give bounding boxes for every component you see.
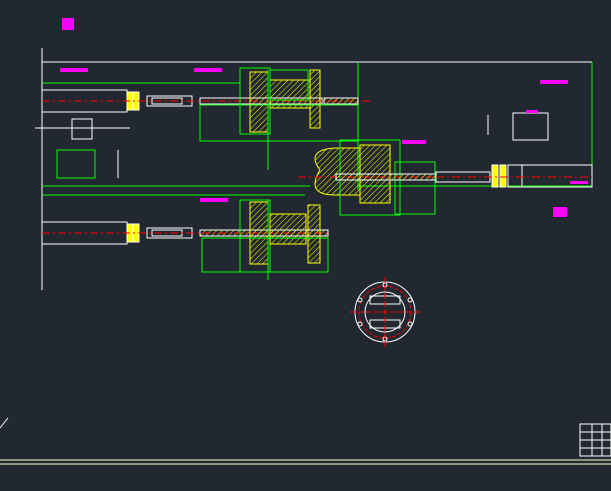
drive-shaft-right[interactable] — [435, 112, 593, 188]
title-block — [579, 423, 611, 457]
bolt-circle-flange[interactable] — [350, 277, 420, 347]
cad-drawing-canvas[interactable] — [0, 0, 611, 491]
drive-shaft-upper[interactable] — [41, 89, 372, 113]
propeller-hub[interactable] — [298, 139, 440, 216]
drive-shaft-lower[interactable] — [41, 199, 330, 280]
support-detail — [35, 118, 130, 179]
sheet-border — [0, 417, 611, 465]
